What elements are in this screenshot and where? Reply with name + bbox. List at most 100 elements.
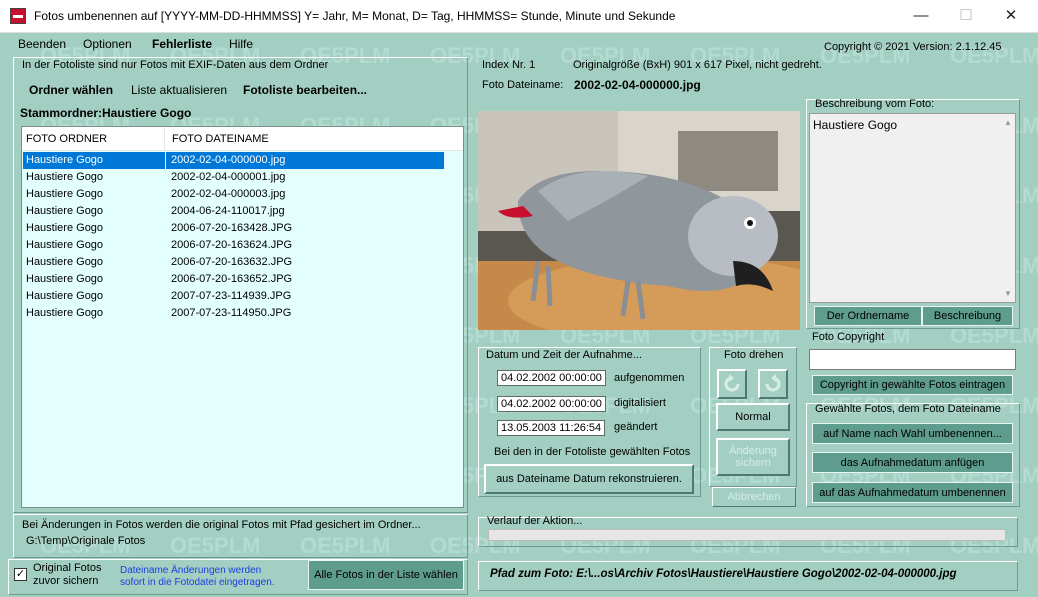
row-folder: Haustiere Gogo [26, 239, 104, 251]
table-row[interactable]: Haustiere Gogo 2006-07-20-163428.JPG [23, 220, 463, 237]
alle-fotos-waehlen-button[interactable]: Alle Fotos in der Liste wählen [308, 560, 464, 590]
zuvor-sichern-label: zuvor sichern [33, 575, 99, 587]
row-filename: 2002-02-04-000001.jpg [171, 171, 286, 183]
rotate-right-icon [765, 374, 781, 392]
digitalisiert-label: digitalisiert [614, 397, 666, 409]
row-folder: Haustiere Gogo [26, 256, 104, 268]
app-icon [10, 8, 26, 24]
beschreibung-label: Beschreibung vom Foto: [815, 98, 935, 110]
scroll-down-icon[interactable]: ▼ [1004, 289, 1012, 298]
menu-bar: Beenden Optionen Fehlerliste Hilfe [0, 33, 700, 55]
table-row[interactable]: Haustiere Gogo 2006-07-20-163632.JPG [23, 254, 463, 271]
dateiname-label: Foto Dateiname: [482, 79, 564, 91]
rotate-left-button [717, 369, 747, 399]
scrollbar[interactable]: ▲ ▼ [1001, 114, 1015, 302]
verlauf-label: Verlauf der Aktion... [487, 515, 583, 527]
original-fotos-label: Original Fotos [33, 562, 102, 574]
backup-path: G:\Temp\Originale Fotos [26, 535, 146, 547]
datum-anfuegen-button[interactable]: das Aufnahmedatum anfügen [812, 452, 1013, 473]
der-ordnername-button[interactable]: Der Ordnername [814, 306, 922, 326]
datum-title: Datum und Zeit der Aufnahme... [486, 349, 642, 361]
abbrechen-button: Abbrechen [712, 487, 796, 507]
dateiname-info-1: Dateiname Änderungen werden [120, 565, 262, 576]
scroll-up-icon[interactable]: ▲ [1004, 118, 1012, 127]
row-filename: 2006-07-20-163624.JPG [171, 239, 293, 251]
fotoliste-info: In der Fotoliste sind nur Fotos mit EXIF… [22, 59, 329, 71]
pfad-label: Pfad zum Foto: E:\...os\Archiv Fotos\Hau… [490, 568, 957, 580]
copyright-header: Copyright © 2021 Version: 2.1.12.45 [824, 41, 1002, 53]
table-row[interactable]: Haustiere Gogo 2006-07-20-163624.JPG [23, 237, 463, 254]
menu-hilfe[interactable]: Hilfe [229, 37, 253, 51]
row-folder: Haustiere Gogo [26, 188, 104, 200]
table-row[interactable]: Haustiere Gogo 2006-07-20-163652.JPG [23, 271, 463, 288]
row-folder: Haustiere Gogo [26, 307, 104, 319]
maximize-button: ☐ [959, 7, 973, 24]
column-foto-dateiname[interactable]: FOTO DATEINAME [172, 133, 269, 145]
table-row[interactable]: Haustiere Gogo 2004-06-24-110017.jpg [23, 203, 463, 220]
photo-preview [478, 111, 800, 330]
column-divider [164, 127, 165, 151]
table-row[interactable]: Haustiere Gogo 2002-02-04-000000.jpg [23, 152, 463, 169]
row-folder: Haustiere Gogo [26, 205, 104, 217]
row-filename: 2006-07-20-163652.JPG [171, 273, 293, 285]
normal-button[interactable]: Normal [716, 403, 790, 431]
dateiname-info-2: sofort in die Fotodatei eingetragen. [120, 577, 275, 588]
row-folder: Haustiere Gogo [26, 154, 104, 166]
stammordner-value: Haustiere Gogo [102, 106, 192, 120]
aufgenommen-label: aufgenommen [614, 372, 685, 384]
aufgenommen-field[interactable]: 04.02.2002 00:00:00 [497, 370, 606, 386]
row-folder: Haustiere Gogo [26, 222, 104, 234]
table-row[interactable]: Haustiere Gogo 2007-07-23-114939.JPG [23, 288, 463, 305]
menu-beenden[interactable]: Beenden [18, 37, 66, 51]
row-filename: 2004-06-24-110017.jpg [171, 205, 285, 217]
aenderung-sichern-button: Änderung sichern [716, 438, 790, 476]
liste-aktualisieren-button[interactable]: Liste aktualisieren [131, 83, 227, 97]
beschreibung-textarea[interactable]: Haustiere Gogo ▲ ▼ [809, 113, 1016, 303]
gewaehlte-fotos-label: Gewählte Fotos, dem Foto Dateiname [815, 403, 1001, 415]
row-filename: 2007-07-23-114950.JPG [171, 307, 292, 319]
name-nach-wahl-button[interactable]: auf Name nach Wahl umbenennen... [812, 423, 1013, 444]
copyright-eintragen-button[interactable]: Copyright in gewählte Fotos eintragen [812, 375, 1013, 395]
datum-umbenennen-button[interactable]: auf das Aufnahmedatum umbenennen [812, 482, 1013, 503]
table-row[interactable]: Haustiere Gogo 2002-02-04-000001.jpg [23, 169, 463, 186]
bei-den-label: Bei den in der Fotoliste gewählten Fotos [494, 446, 691, 458]
rotate-left-icon [724, 374, 740, 392]
row-folder: Haustiere Gogo [26, 273, 104, 285]
rotate-right-button [758, 369, 788, 399]
beschreibung-value: Haustiere Gogo [813, 118, 898, 132]
beschreibung-button[interactable]: Beschreibung [922, 306, 1013, 326]
minimize-button[interactable]: — [898, 0, 944, 32]
backup-info: Bei Änderungen in Fotos werden die origi… [22, 519, 421, 531]
geaendert-field[interactable]: 13.05.2003 11:26:54 [497, 420, 606, 436]
original-fotos-checkbox[interactable]: ✓ [14, 568, 27, 581]
progress-bar [488, 529, 1006, 541]
column-foto-ordner[interactable]: FOTO ORDNER [26, 133, 107, 145]
parrot-photo [478, 111, 800, 330]
originalgroesse-label: Originalgröße (BxH) 901 x 617 Pixel, nic… [573, 59, 822, 71]
row-folder: Haustiere Gogo [26, 171, 104, 183]
row-filename: 2002-02-04-000000.jpg [171, 154, 286, 166]
menu-optionen[interactable]: Optionen [83, 37, 132, 51]
row-filename: 2007-07-23-114939.JPG [171, 290, 292, 302]
close-button[interactable]: ✕ [988, 0, 1034, 32]
client-area: OE5PLM OE5PLM OE5PLM OE5PLM OE5PLM OE5PLM OE5P… [0, 33, 1038, 597]
digitalisiert-field[interactable]: 04.02.2002 00:00:00 [497, 396, 606, 412]
row-filename: 2002-02-04-000003.jpg [171, 188, 286, 200]
ordner-waehlen-button[interactable]: Ordner wählen [29, 83, 113, 97]
dateiname-value: 2002-02-04-000000.jpg [574, 78, 701, 92]
window-title: Fotos umbenennen auf [YYYY-MM-DD-HHMMSS]… [34, 9, 676, 23]
list-header: FOTO ORDNER FOTO DATEINAME [22, 127, 463, 151]
geaendert-label: geändert [614, 421, 658, 433]
fotoliste-bearbeiten-button[interactable]: Fotoliste bearbeiten... [243, 83, 367, 97]
row-filename: 2006-07-20-163428.JPG [171, 222, 293, 234]
rekonstruieren-button[interactable]: aus Dateiname Datum rekonstruieren. [484, 464, 694, 494]
menu-fehlerliste[interactable]: Fehlerliste [152, 37, 212, 51]
row-filename: 2006-07-20-163632.JPG [171, 256, 293, 268]
copyright-input[interactable] [809, 349, 1016, 370]
foto-copyright-label: Foto Copyright [812, 331, 885, 343]
photo-list[interactable]: FOTO ORDNER FOTO DATEINAME Haustiere Gog… [21, 126, 464, 508]
table-row[interactable]: Haustiere Gogo 2002-02-04-000003.jpg [23, 186, 463, 203]
foto-drehen-title: Foto drehen [724, 349, 784, 361]
row-folder: Haustiere Gogo [26, 290, 104, 302]
table-row[interactable]: Haustiere Gogo 2007-07-23-114950.JPG [23, 305, 463, 322]
